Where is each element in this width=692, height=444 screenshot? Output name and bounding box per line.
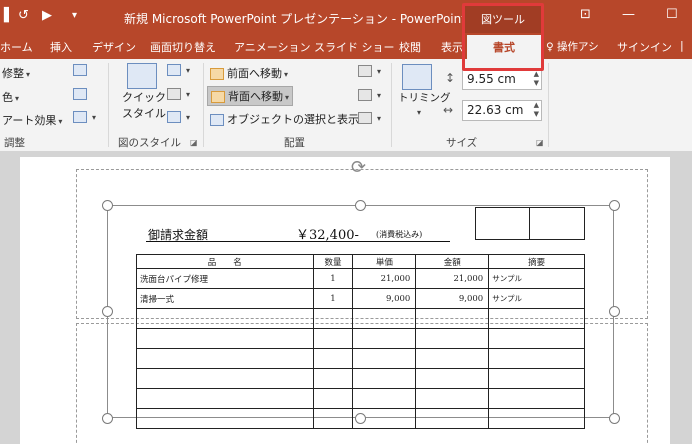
quick-styles-button[interactable]: クイック スタイル▾ — [122, 63, 172, 121]
resize-handle-right[interactable] — [609, 306, 620, 317]
undo-icon[interactable]: ↺ — [18, 8, 29, 23]
slide-workspace: 御請求金額 ￥32,400- (消費税込み) 品 名 数量 単価 金額 摘要 洗… — [0, 152, 692, 444]
group-separator — [391, 63, 392, 147]
table-row: 清掃一式 1 9,000 9,000 サンプル — [136, 288, 585, 309]
bring-forward-icon — [210, 68, 224, 80]
align-icon[interactable]: ▾ — [358, 64, 381, 77]
tab-home[interactable]: ホーム — [0, 39, 33, 55]
col-header-item: 品 名 — [136, 254, 314, 269]
tab-design[interactable]: デザイン — [92, 39, 136, 55]
tab-review[interactable]: 校閲 — [399, 39, 421, 55]
group-label-arrange: 配置 — [284, 137, 305, 149]
picture-layout-icon[interactable]: ▾ — [167, 110, 190, 123]
group-label-size: サイズ — [446, 137, 478, 149]
invoice-table: 品 名 数量 単価 金額 摘要 洗面台パイプ修理 1 21,000 21,000… — [136, 254, 585, 429]
table-row-empty — [136, 348, 585, 369]
dropdown-caret-icon: ▾ — [58, 117, 63, 126]
dropdown-caret-icon: ▾ — [15, 94, 20, 103]
picture-effects-icon[interactable]: ▾ — [167, 87, 190, 100]
picture-tools-context-label: 図ツール — [462, 6, 544, 33]
tab-insert[interactable]: 挿入 — [50, 39, 72, 55]
selection-pane-button[interactable]: オブジェクトの選択と表示 — [210, 111, 359, 127]
width-icon: ↔ — [443, 103, 454, 117]
artistic-effects-button[interactable]: アート効果 ▾ — [2, 112, 62, 128]
minimize-icon[interactable]: — — [622, 7, 635, 22]
send-backward-icon — [211, 91, 225, 103]
tell-me-search[interactable]: ♀ 操作アシ — [546, 39, 599, 54]
group-label-adjust: 調整 — [4, 137, 25, 149]
col-header-qty: 数量 — [312, 254, 354, 269]
group-label-picture-styles: 図のスタイル — [118, 137, 181, 149]
customize-qat-icon[interactable]: ▾ — [72, 10, 77, 21]
width-spinner[interactable]: ▲ ▼ — [534, 101, 539, 119]
dropdown-caret-icon: ▾ — [26, 70, 31, 79]
title-bar: ▌ ↺ ▶ ▾ 新規 Microsoft PowerPoint プレゼンテーショ… — [0, 0, 692, 35]
start-slideshow-icon[interactable]: ▶ — [42, 8, 52, 23]
maximize-icon[interactable]: ☐ — [666, 7, 678, 22]
quick-styles-icon — [126, 63, 157, 89]
crop-icon — [401, 64, 432, 90]
stamp-area — [475, 207, 585, 240]
col-header-amount: 金額 — [415, 254, 490, 269]
resize-handle-bottom-left[interactable] — [102, 413, 113, 424]
window-title: 新規 Microsoft PowerPoint プレゼンテーション - Powe… — [124, 12, 466, 26]
ribbon-display-options-icon[interactable]: ⊡ — [580, 7, 591, 22]
resize-handle-bottom-right[interactable] — [609, 413, 620, 424]
rotate-objects-icon[interactable]: ▾ — [358, 111, 381, 124]
group-separator — [108, 63, 109, 147]
resize-handle-left[interactable] — [102, 306, 113, 317]
change-picture-icon[interactable] — [73, 87, 90, 100]
table-row-empty — [136, 328, 585, 349]
tab-animations[interactable]: アニメーション — [234, 39, 311, 55]
compress-pictures-icon[interactable] — [73, 63, 90, 76]
ribbon-tabs: ホーム 挿入 デザイン 画面切り替え アニメーション スライド ショー 校閲 表… — [0, 35, 692, 61]
height-input[interactable]: 9.55 cm ▲ ▼ — [462, 69, 542, 90]
crop-button[interactable]: トリミング ▾ — [398, 64, 451, 118]
stamp-divider — [529, 207, 530, 240]
slide-canvas[interactable]: 御請求金額 ￥32,400- (消費税込み) 品 名 数量 単価 金額 摘要 洗… — [20, 157, 670, 444]
resize-handle-bottom[interactable] — [355, 413, 366, 424]
group-separator — [548, 63, 549, 147]
col-header-unit-price: 単価 — [352, 254, 417, 269]
save-indicator: ▌ — [4, 8, 14, 23]
sign-in-link[interactable]: サインイン — [617, 39, 672, 55]
lightbulb-icon: ♀ — [546, 41, 558, 53]
table-row-empty — [136, 308, 585, 329]
selection-pane-icon — [210, 114, 224, 126]
tab-transitions[interactable]: 画面切り替え — [150, 39, 216, 55]
reset-picture-icon[interactable]: ▾ — [73, 110, 96, 123]
table-header-row: 品 名 数量 単価 金額 摘要 — [136, 254, 585, 269]
resize-handle-top-left[interactable] — [102, 200, 113, 211]
rotate-handle-icon[interactable]: ⟳ — [351, 157, 366, 178]
tab-view[interactable]: 表示 — [441, 39, 463, 55]
width-input[interactable]: 22.63 cm ▲ ▼ — [462, 100, 542, 121]
color-button[interactable]: 色 ▾ — [2, 89, 19, 105]
tab-slideshow[interactable]: スライド ショー — [314, 39, 395, 55]
invoice-tax-note: (消費税込み) — [376, 230, 423, 239]
height-icon: ↕ — [445, 71, 456, 85]
dialog-launcher-icon[interactable]: ◪ — [190, 138, 198, 147]
bring-forward-button[interactable]: 前面へ移動 ▾ — [210, 65, 288, 81]
resize-handle-top[interactable] — [355, 200, 366, 211]
picture-border-icon[interactable]: ▾ — [167, 63, 190, 76]
table-row: 洗面台パイプ修理 1 21,000 21,000 サンプル — [136, 268, 585, 289]
resize-handle-top-right[interactable] — [609, 200, 620, 211]
table-row-empty — [136, 388, 585, 409]
group-separator — [203, 63, 204, 147]
col-header-note: 摘要 — [488, 254, 585, 269]
table-row-empty — [136, 368, 585, 389]
send-backward-button[interactable]: 背面へ移動 ▾ — [207, 86, 294, 106]
ribbon-format: 修整▾ 色▾ アート効果▾ ▾ 調整 クイック スタイル▾ ▾ ▾ ▾ 図のスタ… — [0, 59, 692, 152]
tab-format[interactable]: 書式 — [467, 35, 541, 61]
group-objects-icon[interactable]: ▾ — [358, 88, 381, 101]
corrections-button[interactable]: 修整 ▾ — [2, 65, 30, 81]
dialog-launcher-icon[interactable]: ◪ — [536, 138, 544, 147]
height-spinner[interactable]: ▲ ▼ — [534, 70, 539, 88]
collapse-user-icon[interactable]: | — [680, 39, 684, 52]
claim-underline — [146, 241, 450, 242]
